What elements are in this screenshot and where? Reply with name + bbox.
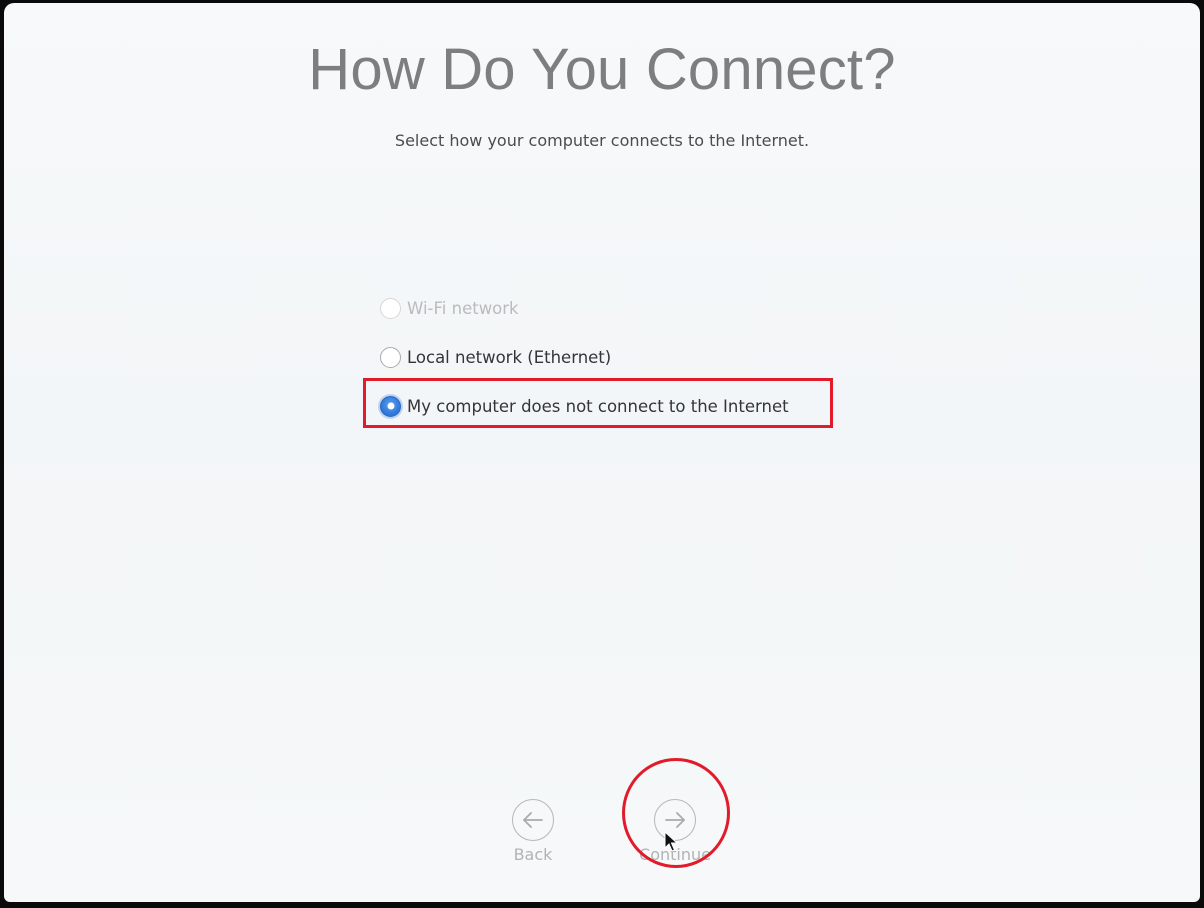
option-label: My computer does not connect to the Inte… [407, 396, 789, 416]
page-subtitle: Select how your computer connects to the… [394, 131, 810, 150]
option-no-internet[interactable]: My computer does not connect to the Inte… [380, 392, 789, 420]
option-local-network-ethernet[interactable]: Local network (Ethernet) [380, 343, 611, 371]
radio-button-selected-icon[interactable] [380, 395, 401, 417]
radio-button-icon[interactable] [380, 297, 401, 319]
page-title: How Do You Connect? [308, 37, 896, 102]
arrow-left-icon[interactable] [512, 799, 554, 841]
continue-button[interactable]: Continue [630, 799, 720, 864]
back-label: Back [513, 845, 553, 864]
arrow-right-icon[interactable] [654, 799, 696, 841]
option-label: Wi-Fi network [407, 298, 519, 318]
back-button[interactable]: Back [488, 799, 578, 864]
radio-button-icon[interactable] [380, 346, 401, 368]
option-wifi-network[interactable]: Wi-Fi network [380, 294, 519, 322]
option-label: Local network (Ethernet) [407, 347, 612, 367]
continue-label: Continue [639, 845, 711, 864]
